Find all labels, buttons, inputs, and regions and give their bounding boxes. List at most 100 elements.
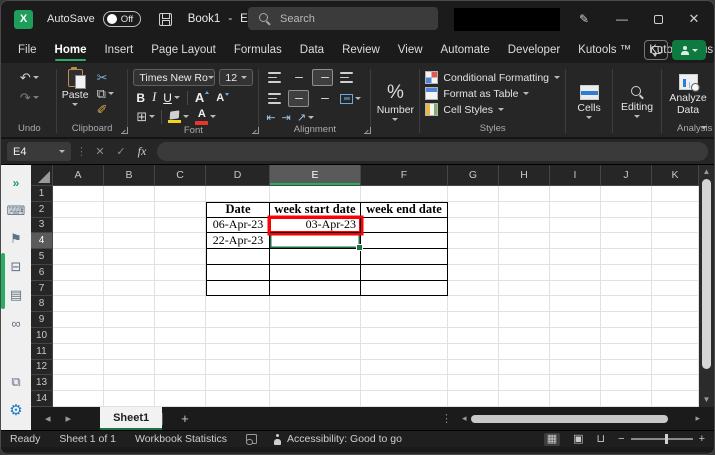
redo-button[interactable]: ↷ xyxy=(20,91,39,104)
cell-A10[interactable] xyxy=(53,328,104,344)
cell-C3[interactable] xyxy=(155,217,206,234)
grow-font-button[interactable]: A xyxy=(195,90,210,105)
cell-A13[interactable] xyxy=(53,375,104,392)
cell-J5[interactable] xyxy=(601,249,652,265)
cell-B14[interactable] xyxy=(104,391,155,407)
row-header-12[interactable]: 12 xyxy=(31,359,53,376)
cell-H2[interactable] xyxy=(499,201,550,218)
cell-G7[interactable] xyxy=(448,280,499,297)
column-header-G[interactable]: G xyxy=(448,165,499,185)
name-box[interactable]: E4 xyxy=(7,142,71,161)
format-as-table-button[interactable]: Format as Table xyxy=(425,87,560,100)
cell-H4[interactable] xyxy=(499,233,550,250)
cell-K10[interactable] xyxy=(652,328,699,344)
cell-K1[interactable] xyxy=(652,186,699,202)
column-header-A[interactable]: A xyxy=(53,165,104,185)
cell-F9[interactable] xyxy=(361,312,448,329)
row-header-3[interactable]: 3 xyxy=(31,217,53,234)
cell-F11[interactable] xyxy=(361,343,448,360)
cell-J2[interactable] xyxy=(601,201,652,218)
middle-align-button[interactable] xyxy=(288,69,309,86)
cell-J7[interactable] xyxy=(601,280,652,297)
cell-J13[interactable] xyxy=(601,375,652,392)
cell-G8[interactable] xyxy=(448,296,499,313)
normal-view-button[interactable]: ▦ xyxy=(543,432,561,446)
row-header-14[interactable]: 14 xyxy=(31,391,53,407)
cell-G14[interactable] xyxy=(448,391,499,407)
cell-B1[interactable] xyxy=(104,186,155,202)
cell-G2[interactable] xyxy=(448,201,499,218)
cell-F7[interactable] xyxy=(361,280,448,297)
row-header-9[interactable]: 9 xyxy=(31,312,53,329)
column-header-K[interactable]: K xyxy=(652,165,699,185)
cell-C9[interactable] xyxy=(155,312,206,329)
expand-pane-icon[interactable]: » xyxy=(1,169,31,197)
cell-D13[interactable] xyxy=(206,375,270,392)
cell-J8[interactable] xyxy=(601,296,652,313)
cell-I2[interactable] xyxy=(550,201,601,218)
undo-button[interactable]: ↶ xyxy=(20,71,39,84)
tab-data[interactable]: Data xyxy=(291,37,333,63)
cell-H13[interactable] xyxy=(499,375,550,392)
cell-I11[interactable] xyxy=(550,343,601,360)
cells-button[interactable]: Cells xyxy=(571,84,607,120)
cell-G13[interactable] xyxy=(448,375,499,392)
cell-J10[interactable] xyxy=(601,328,652,344)
cell-B3[interactable] xyxy=(104,217,155,234)
cell-G1[interactable] xyxy=(448,186,499,202)
pen-mode-icon[interactable]: ✎ xyxy=(567,1,601,37)
cell-K3[interactable] xyxy=(652,217,699,234)
cell-A6[interactable] xyxy=(53,264,104,281)
cell-C11[interactable] xyxy=(155,343,206,360)
cell-A1[interactable] xyxy=(53,186,104,202)
tab-file[interactable]: File xyxy=(9,37,46,63)
insert-function-button[interactable]: fx xyxy=(134,144,150,159)
align-right-button[interactable] xyxy=(312,90,333,107)
cell-K13[interactable] xyxy=(652,375,699,392)
cell-F12[interactable] xyxy=(361,359,448,376)
cell-G6[interactable] xyxy=(448,264,499,281)
enter-button[interactable]: ✓ xyxy=(113,145,129,158)
top-align-button[interactable] xyxy=(264,69,285,86)
cell-K5[interactable] xyxy=(652,249,699,265)
cell-F1[interactable] xyxy=(361,186,448,202)
cell-G3[interactable] xyxy=(448,217,499,234)
row-header-11[interactable]: 11 xyxy=(31,343,53,360)
cell-I12[interactable] xyxy=(550,359,601,376)
keyboard-pane-icon[interactable]: ⌨ xyxy=(1,197,31,225)
cell-A7[interactable] xyxy=(53,280,104,297)
cell-E9[interactable] xyxy=(270,312,361,329)
cell-G10[interactable] xyxy=(448,328,499,344)
search-box[interactable]: Search xyxy=(248,7,438,30)
cell-C4[interactable] xyxy=(155,233,206,250)
cell-I5[interactable] xyxy=(550,249,601,265)
cell-J1[interactable] xyxy=(601,186,652,202)
shrink-font-button[interactable]: A xyxy=(216,92,230,104)
cell-A4[interactable] xyxy=(53,233,104,250)
horizontal-scrollbar[interactable]: ◂ ▸ xyxy=(462,412,700,425)
column-header-D[interactable]: D xyxy=(206,165,270,185)
share-button[interactable] xyxy=(672,40,706,60)
column-header-B[interactable]: B xyxy=(104,165,155,185)
cell-G12[interactable] xyxy=(448,359,499,376)
editing-button[interactable]: Editing xyxy=(618,85,656,119)
cell-B11[interactable] xyxy=(104,343,155,360)
cell-K4[interactable] xyxy=(652,233,699,250)
cell-D4[interactable]: 22-Apr-23 xyxy=(206,233,270,250)
row-header-5[interactable]: 5 xyxy=(31,249,53,265)
tab-developer[interactable]: Developer xyxy=(499,37,569,63)
font-name-select[interactable]: Times New Ro xyxy=(133,69,216,86)
align-center-button[interactable] xyxy=(288,90,310,107)
row-header-2[interactable]: 2 xyxy=(31,201,53,218)
cell-K12[interactable] xyxy=(652,359,699,376)
cell-I6[interactable] xyxy=(550,264,601,281)
cut-button[interactable]: ✂ xyxy=(97,71,114,84)
cell-H12[interactable] xyxy=(499,359,550,376)
cell-I8[interactable] xyxy=(550,296,601,313)
workbook-statistics-button[interactable]: Workbook Statistics xyxy=(135,433,227,445)
cell-B13[interactable] xyxy=(104,375,155,392)
cell-J4[interactable] xyxy=(601,233,652,250)
cell-E1[interactable] xyxy=(270,186,361,202)
cell-E7[interactable] xyxy=(270,280,361,297)
cell-C1[interactable] xyxy=(155,186,206,202)
